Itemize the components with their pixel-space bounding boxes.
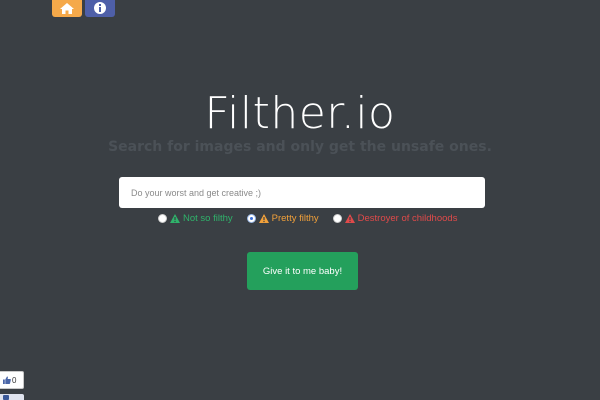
filter-options: Not so filthy Pretty filthy Destroyer of… — [158, 213, 457, 224]
share-tab[interactable] — [0, 394, 24, 400]
warning-icon — [344, 214, 355, 223]
page-subtitle: Search for images and only get the unsaf… — [108, 139, 492, 155]
option-label: Pretty filthy — [271, 213, 319, 224]
info-icon — [94, 2, 106, 14]
warning-icon — [170, 214, 180, 223]
home-icon — [60, 3, 74, 14]
search-input[interactable] — [119, 177, 485, 208]
option-not-so-filthy[interactable]: Not so filthy — [158, 213, 233, 224]
radio-destroyer-of-childhoods[interactable] — [332, 214, 342, 223]
radio-pretty-filthy[interactable] — [246, 214, 256, 223]
page: Filther.io Search for images and only ge… — [0, 0, 600, 400]
like-widget[interactable]: 0 — [0, 371, 24, 389]
info-button[interactable] — [85, 0, 115, 17]
like-count: 0 — [12, 375, 17, 385]
option-label: Destroyer of childhoods — [357, 213, 458, 224]
radio-not-so-filthy[interactable] — [158, 214, 167, 223]
facebook-icon — [3, 395, 9, 400]
thumbs-up-icon — [3, 376, 11, 384]
submit-button[interactable]: Give it to me baby! — [247, 252, 358, 290]
home-button[interactable] — [52, 0, 82, 17]
warning-icon — [258, 214, 269, 223]
option-label: Not so filthy — [183, 213, 233, 224]
option-pretty-filthy[interactable]: Pretty filthy — [246, 213, 319, 224]
option-destroyer-of-childhoods[interactable]: Destroyer of childhoods — [332, 213, 458, 224]
page-title: Filther.io — [204, 88, 396, 139]
